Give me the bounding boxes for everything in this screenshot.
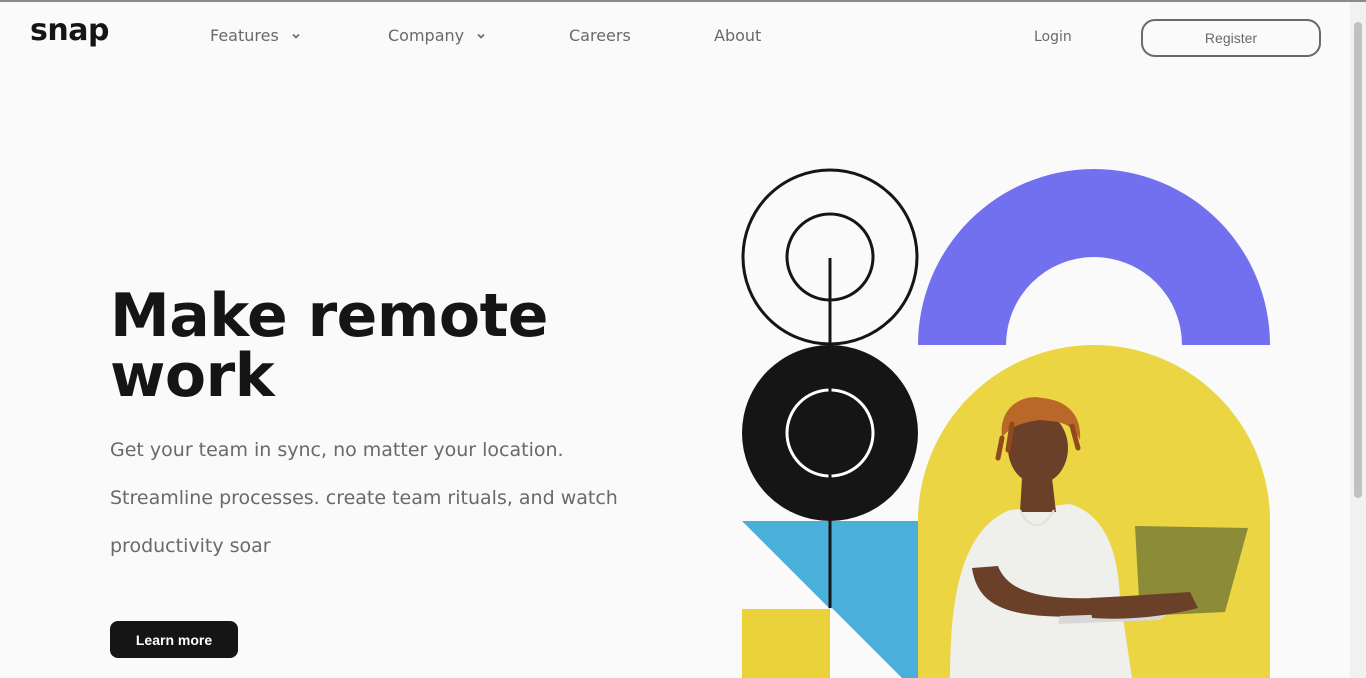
scrollbar[interactable] [1350,2,1366,678]
blue-triangle-left [742,521,830,609]
nav-item-label: About [714,26,762,45]
nav-item-label: Company [388,26,465,45]
hero-illustration [741,168,1270,678]
person-with-laptop-image [918,345,1270,678]
hero-title: Make remote work [110,281,548,411]
register-button[interactable]: Register [1141,19,1321,57]
window-top-border [0,0,1366,2]
nav-item-label: Careers [569,26,631,45]
nav-item-careers[interactable]: Careers [569,26,631,45]
purple-arch-shape [918,169,1270,345]
nav-item-about[interactable]: About [714,26,761,45]
nav-item-company[interactable]: Company [388,26,486,45]
blue-quad-right [830,521,918,678]
chevron-down-icon [292,33,300,39]
hero-description: Get your team in sync, no matter your lo… [110,439,618,557]
nav-item-features[interactable]: Features [210,26,301,45]
chevron-down-icon [477,33,485,39]
nav-item-label: Features [210,26,279,45]
yellow-square [742,609,830,678]
learn-more-button[interactable]: Learn more [110,621,238,658]
scrollbar-thumb[interactable] [1354,22,1362,498]
login-link[interactable]: Login [1034,29,1072,45]
logo[interactable]: snap [30,13,109,48]
